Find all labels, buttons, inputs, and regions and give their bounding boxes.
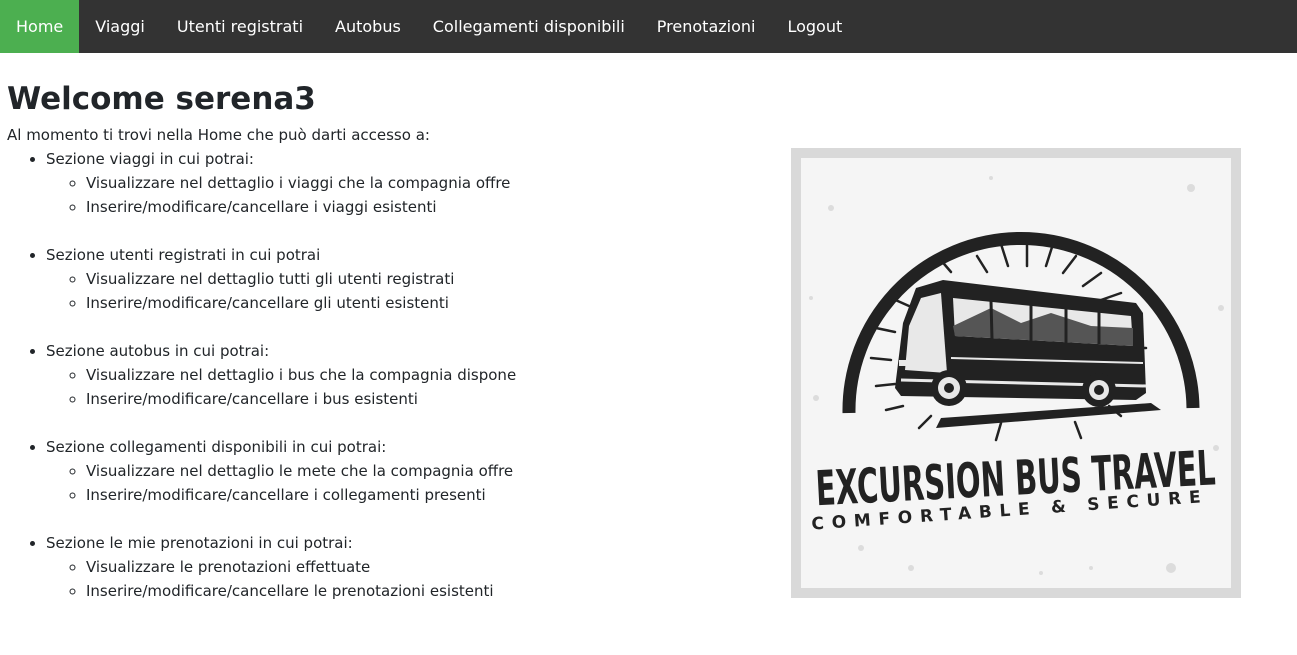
section-sublist: Visualizzare nel dettaglio tutti gli ute…	[46, 267, 707, 315]
list-item: Inserire/modificare/cancellare i viaggi …	[86, 195, 707, 219]
nav-home[interactable]: Home	[0, 0, 80, 53]
section-sublist: Visualizzare nel dettaglio i viaggi che …	[46, 171, 707, 219]
logo-graphic: EXCURSION BUS TRAVEL COMFORTABLE & SECUR…	[791, 148, 1241, 598]
nav-logout[interactable]: Logout	[771, 0, 858, 53]
section-label: Sezione viaggi in cui potrai:	[46, 150, 254, 168]
list-item: Visualizzare le prenotazioni effettuate	[86, 555, 707, 579]
list-item: Visualizzare nel dettaglio tutti gli ute…	[86, 267, 707, 291]
top-navbar: Home Viaggi Utenti registrati Autobus Co…	[0, 0, 1297, 53]
nav-prenotazioni[interactable]: Prenotazioni	[641, 0, 772, 53]
section-sublist: Visualizzare nel dettaglio le mete che l…	[46, 459, 707, 507]
section-sublist: Visualizzare nel dettaglio i bus che la …	[46, 363, 707, 411]
intro-text: Al momento ti trovi nella Home che può d…	[7, 126, 430, 144]
list-item: Inserire/modificare/cancellare gli utent…	[86, 291, 707, 315]
nav-collegamenti-disponibili[interactable]: Collegamenti disponibili	[417, 0, 641, 53]
section-label: Sezione le mie prenotazioni in cui potra…	[46, 534, 353, 552]
list-item: Inserire/modificare/cancellare i bus esi…	[86, 387, 707, 411]
nav-viaggi[interactable]: Viaggi	[79, 0, 161, 53]
bus-travel-logo: EXCURSION BUS TRAVEL COMFORTABLE & SECUR…	[791, 148, 1241, 598]
list-item: Visualizzare nel dettaglio i viaggi che …	[86, 171, 707, 195]
sections-list: Sezione viaggi in cui potrai: Visualizza…	[7, 147, 707, 603]
section-label: Sezione utenti registrati in cui potrai	[46, 246, 321, 264]
page-title: Welcome serena3	[7, 81, 316, 117]
list-item: Visualizzare nel dettaglio i bus che la …	[86, 363, 707, 387]
list-item: Inserire/modificare/cancellare i collega…	[86, 483, 707, 507]
section-utenti: Sezione utenti registrati in cui potrai …	[46, 243, 707, 315]
section-label: Sezione collegamenti disponibili in cui …	[46, 438, 387, 456]
section-label: Sezione autobus in cui potrai:	[46, 342, 270, 360]
nav-autobus[interactable]: Autobus	[319, 0, 417, 53]
list-item: Inserire/modificare/cancellare le prenot…	[86, 579, 707, 603]
section-collegamenti: Sezione collegamenti disponibili in cui …	[46, 435, 707, 507]
list-item: Visualizzare nel dettaglio le mete che l…	[86, 459, 707, 483]
nav-utenti-registrati[interactable]: Utenti registrati	[161, 0, 319, 53]
section-viaggi: Sezione viaggi in cui potrai: Visualizza…	[46, 147, 707, 219]
main-content: Welcome serena3 Al momento ti trovi nell…	[7, 78, 707, 627]
section-prenotazioni: Sezione le mie prenotazioni in cui potra…	[46, 531, 707, 603]
section-sublist: Visualizzare le prenotazioni effettuate …	[46, 555, 707, 603]
section-autobus: Sezione autobus in cui potrai: Visualizz…	[46, 339, 707, 411]
